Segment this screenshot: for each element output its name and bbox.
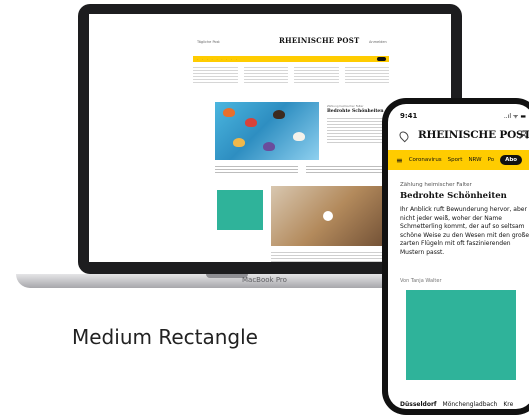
nav-item-nrw[interactable]: NRW — [468, 157, 481, 163]
desktop-login-link[interactable]: Anmelden — [369, 40, 387, 44]
city-nav: Düsseldorf Mönchengladbach Kre — [400, 401, 513, 408]
location-pin-icon[interactable] — [397, 129, 411, 143]
teaser[interactable] — [344, 65, 389, 83]
hero-headline: Bedrohte Schönheiten — [327, 109, 384, 114]
phone-logo[interactable]: RHEINISCHE POST — [418, 129, 529, 141]
article-headline[interactable]: Bedrohte Schönheiten — [400, 191, 507, 201]
play-icon[interactable] — [323, 211, 333, 221]
hero-butterflies-image[interactable] — [215, 102, 319, 160]
article-body: Ihr Anblick ruft Bewunderung hervor, abe… — [400, 206, 529, 256]
caption: Medium Rectangle — [72, 325, 258, 349]
article-author: Von Tanja Walter — [400, 278, 442, 284]
phone-mockup: 9:41 ..ıl ᯤ ▬ RHEINISCHE POST ≡ Coronavi… — [382, 98, 529, 415]
desktop-abo-button[interactable] — [377, 57, 386, 61]
nav-item-politik[interactable]: Po — [488, 157, 495, 163]
teaser[interactable] — [306, 164, 389, 174]
medium-rectangle-ad[interactable] — [406, 290, 516, 380]
desktop-secondary-teasers — [215, 164, 389, 174]
teaser[interactable] — [193, 65, 238, 83]
desktop-header — [89, 14, 451, 52]
article-kicker: Zählung heimischer Falter — [400, 182, 472, 188]
phone-screen: 9:41 ..ıl ᯤ ▬ RHEINISCHE POST ≡ Coronavi… — [388, 104, 529, 409]
status-time: 9:41 — [400, 112, 418, 120]
city-tab-duesseldorf[interactable]: Düsseldorf — [400, 401, 437, 408]
user-icon[interactable] — [519, 130, 528, 140]
nav-item-sport[interactable]: Sport — [448, 157, 463, 163]
status-icons: ..ıl ᯤ ▬ — [503, 113, 526, 120]
menu-icon[interactable]: ≡ — [396, 156, 403, 165]
teaser[interactable] — [294, 65, 339, 83]
desktop-top-left-link[interactable]: Tägliche Post — [197, 40, 220, 44]
laptop-brand-label: MacBook Pro — [242, 276, 287, 284]
medium-rectangle-ad[interactable] — [217, 190, 263, 230]
article-text-lines — [271, 250, 389, 262]
city-tab-krefeld[interactable]: Kre — [503, 401, 513, 408]
hero-body-lines — [327, 116, 389, 144]
article-photo[interactable] — [271, 186, 389, 246]
desktop-teaser-row — [193, 65, 389, 83]
abo-button[interactable]: Abo — [500, 155, 523, 165]
hero-kicker: Zählung heimischer Falter — [327, 104, 364, 108]
hero-text[interactable]: Zählung heimischer Falter Bedrohte Schön… — [327, 104, 389, 144]
teaser[interactable] — [215, 164, 298, 174]
desktop-nav-bar[interactable]: · · · · · · · · · — [193, 56, 389, 62]
desktop-logo[interactable]: RHEINISCHE POST — [279, 36, 359, 45]
teaser[interactable] — [243, 65, 288, 83]
phone-nav-bar: ≡ Coronavirus Sport NRW Po Abo — [388, 150, 529, 170]
nav-item-coronavirus[interactable]: Coronavirus — [409, 157, 442, 163]
city-tab-moenchengladbach[interactable]: Mönchengladbach — [443, 401, 498, 408]
